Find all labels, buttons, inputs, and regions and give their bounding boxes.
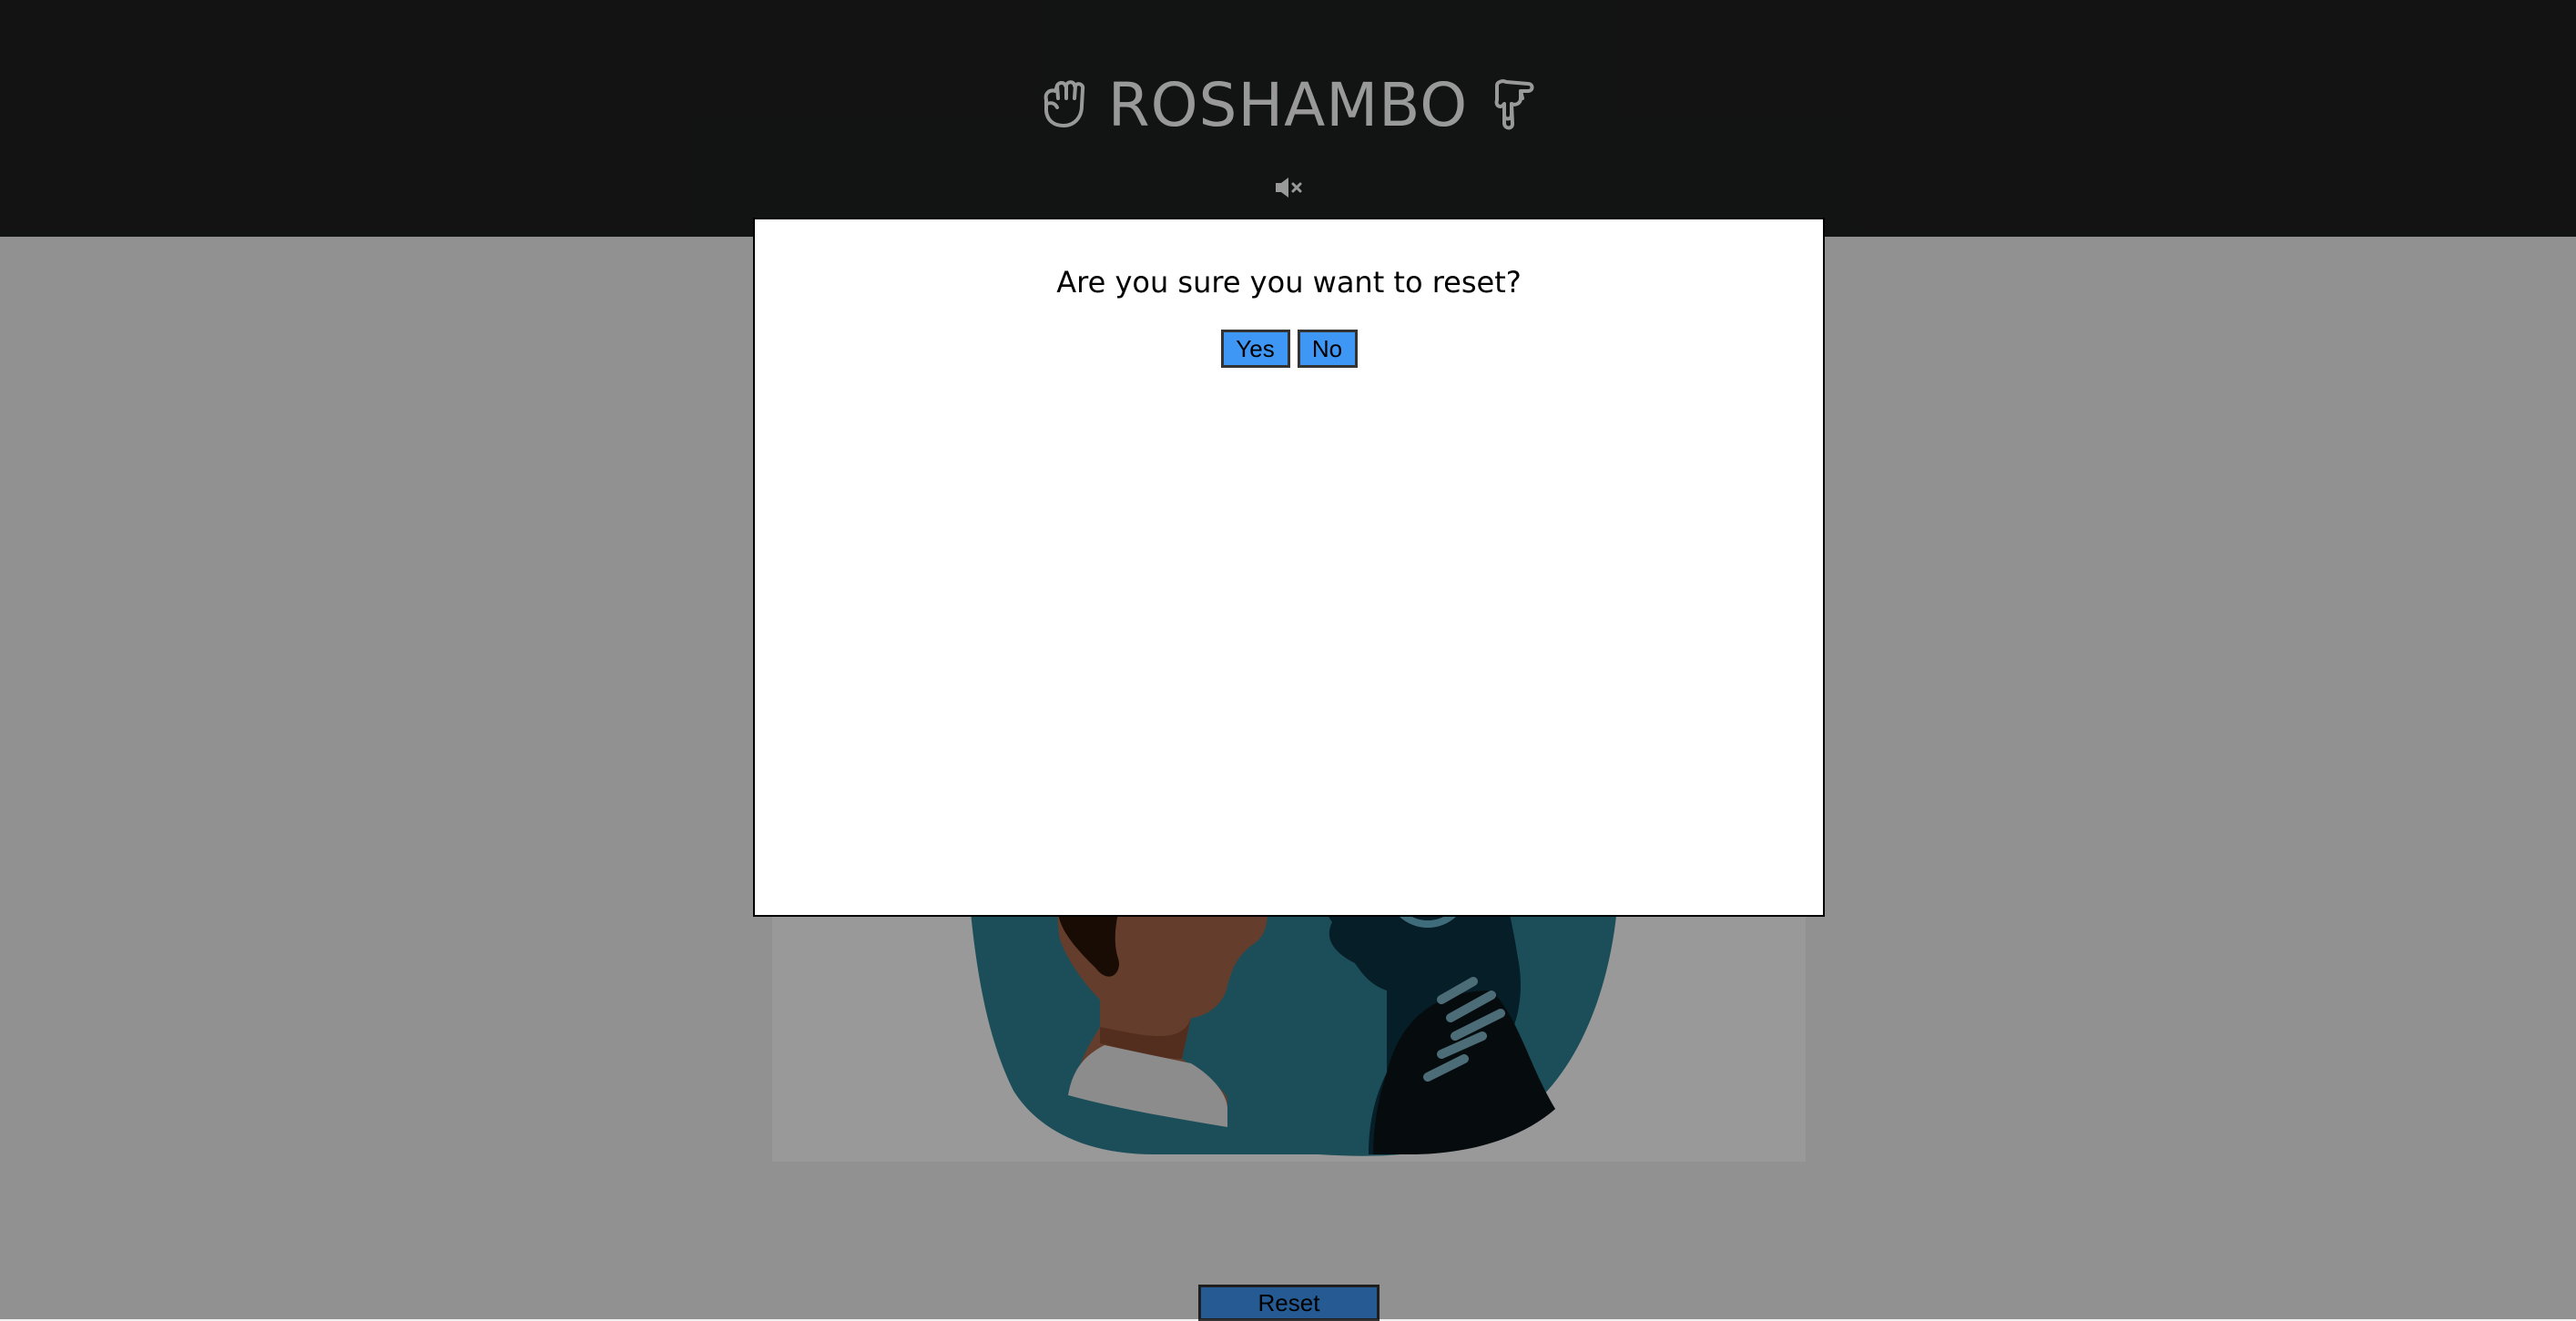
dialog-question: Are you sure you want to reset? (1056, 265, 1522, 300)
yes-button[interactable]: Yes (1220, 330, 1290, 368)
dialog-buttons: Yes No (755, 330, 1823, 368)
reset-confirm-dialog: Are you sure you want to reset? Yes No (753, 218, 1825, 917)
no-button[interactable]: No (1297, 330, 1358, 368)
